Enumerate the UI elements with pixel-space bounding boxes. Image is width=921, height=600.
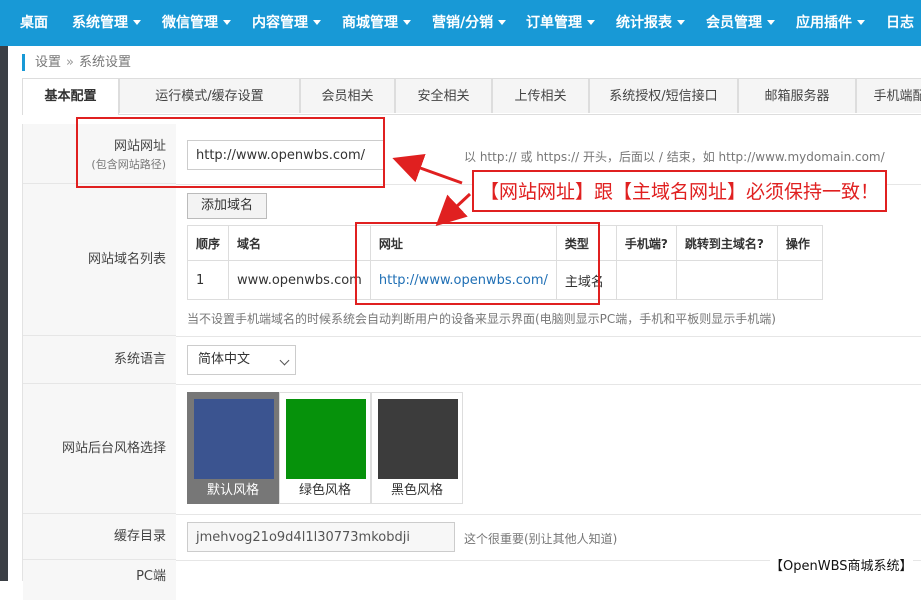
annotation-arrows <box>392 154 472 227</box>
arrow-to-site-url <box>392 154 463 185</box>
arrow-to-domain-url <box>435 192 472 227</box>
annotation-callout: 【网站网址】跟【主域名网址】必须保持一致！ <box>472 170 888 212</box>
watermark: 【OpenWBS商城系统】 <box>770 555 913 574</box>
